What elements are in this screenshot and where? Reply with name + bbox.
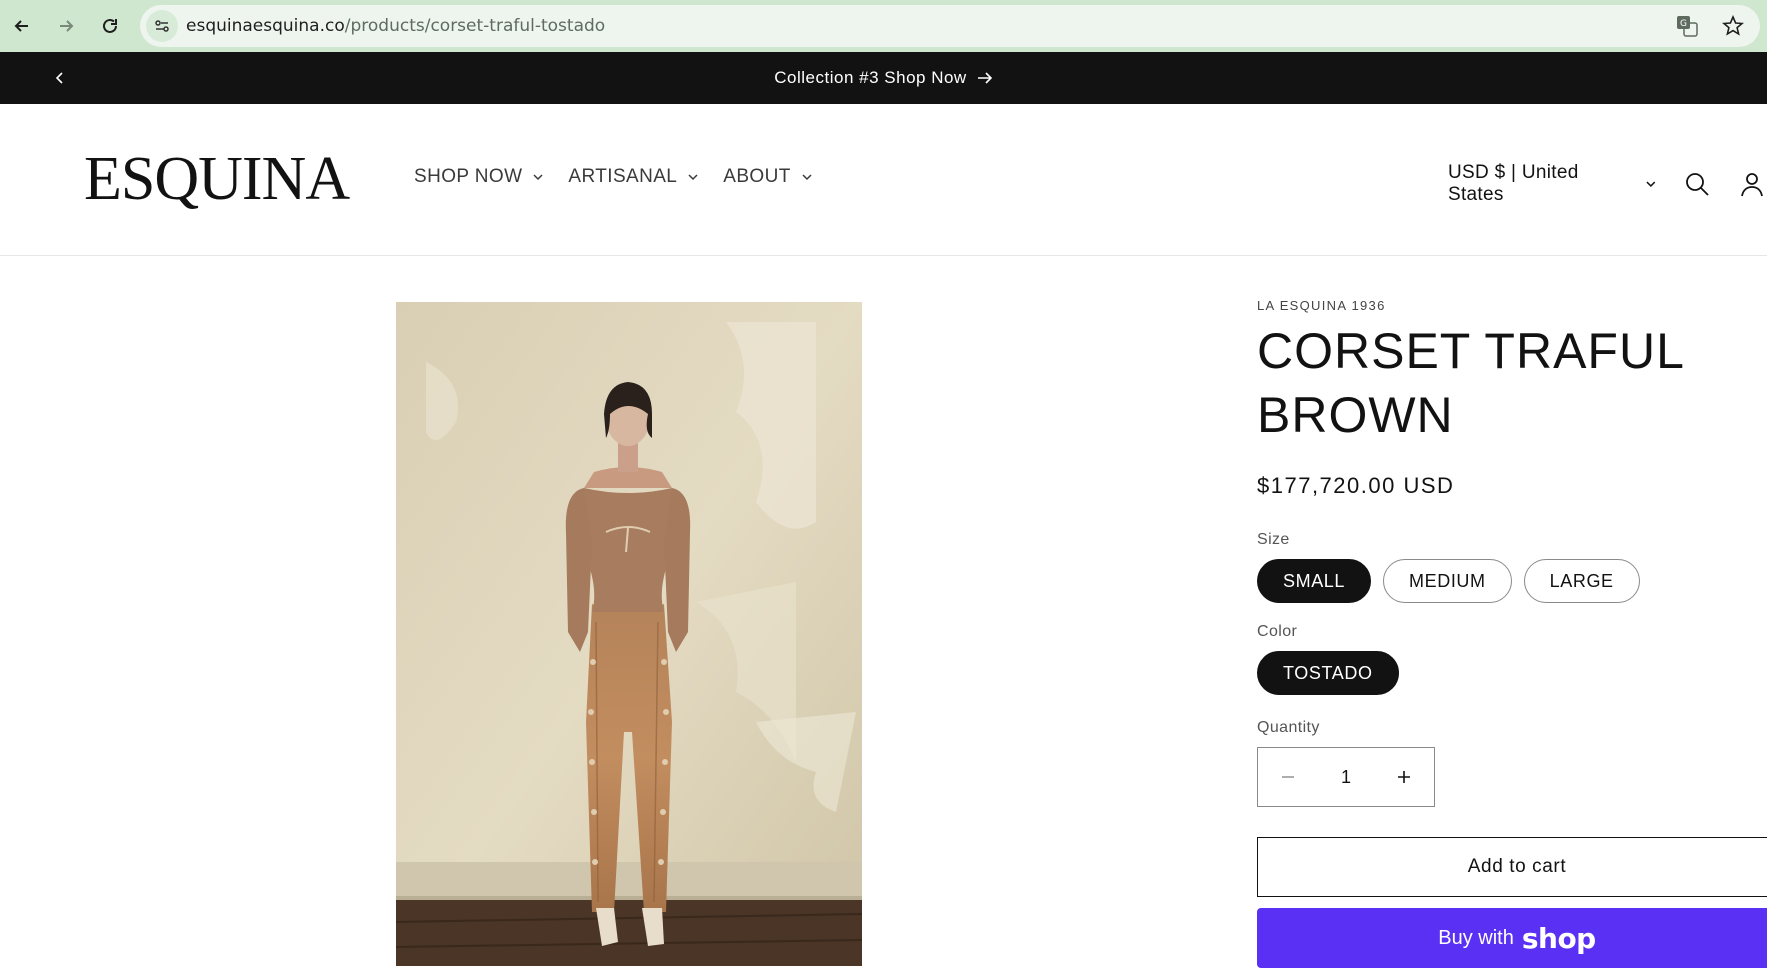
product-price: $177,720.00 USD [1257, 473, 1455, 498]
chevron-down-icon [688, 174, 698, 181]
announcement-link[interactable]: Collection #3 Shop Now [774, 68, 992, 88]
arrow-right-icon [977, 72, 992, 84]
color-options: TOSTADO [1257, 651, 1767, 695]
url-text: esquinaesquina.co/products/corset-traful… [186, 16, 605, 36]
nav-label: ARTISANAL [568, 166, 678, 187]
browser-toolbar: esquinaesquina.co/products/corset-traful… [0, 0, 1767, 52]
url-path: /products/corset-traful-tostado [344, 16, 606, 36]
nav-shop-now[interactable]: SHOP NOW [414, 166, 544, 188]
bookmark-star-icon[interactable] [1718, 11, 1748, 41]
plus-icon [1397, 771, 1410, 783]
product-title-line-2: BROWN [1257, 387, 1454, 443]
product-image[interactable] [396, 302, 862, 966]
size-option-large[interactable]: LARGE [1523, 559, 1640, 603]
chevron-down-icon [533, 174, 543, 181]
nav-label: SHOP NOW [414, 166, 523, 187]
announcement-bar: Collection #3 Shop Now [0, 52, 1767, 104]
buy-with-shop-button[interactable]: Buy with shop [1257, 908, 1767, 968]
reload-button[interactable] [88, 4, 132, 48]
size-option-medium[interactable]: MEDIUM [1383, 559, 1512, 603]
arrow-left-icon [14, 20, 28, 32]
currency-selector[interactable]: USD $ | United States [1448, 162, 1657, 206]
product-title-line-1: CORSET TRAFUL [1257, 323, 1685, 379]
shop-pay-logo: shop [1521, 921, 1596, 955]
product-title: CORSET TRAFUL BROWN [1257, 319, 1767, 447]
chevron-down-icon [1646, 181, 1656, 187]
url-domain: esquinaesquina.co [186, 16, 345, 36]
svg-text:G: G [1680, 19, 1687, 29]
add-to-cart-button[interactable]: Add to cart [1257, 837, 1767, 897]
announcement-prev-button[interactable] [48, 66, 72, 90]
site-logo[interactable]: ESQUINA [84, 144, 350, 215]
buy-with-label: Buy with [1438, 926, 1514, 949]
chevron-left-icon [55, 72, 63, 84]
size-options: SMALL MEDIUM LARGE [1257, 559, 1767, 603]
product-vendor: LA ESQUINA 1936 [1257, 298, 1386, 313]
arrow-right-icon [60, 20, 74, 32]
product-info: LA ESQUINA 1936 CORSET TRAFUL BROWN $177… [1257, 298, 1767, 968]
increase-quantity-button[interactable] [1392, 765, 1416, 789]
decrease-quantity-button[interactable] [1276, 765, 1300, 789]
reload-icon [103, 18, 117, 33]
product-photo [396, 302, 862, 966]
account-icon[interactable] [1738, 169, 1767, 199]
color-option-tostado[interactable]: TOSTADO [1257, 651, 1399, 695]
nav-about[interactable]: ABOUT [723, 166, 812, 188]
announcement-text: Collection #3 Shop Now [774, 68, 967, 87]
search-icon[interactable] [1683, 169, 1712, 199]
size-option-small[interactable]: SMALL [1257, 559, 1372, 603]
forward-button[interactable] [44, 4, 88, 48]
quantity-label: Quantity [1257, 719, 1320, 736]
translate-icon[interactable]: G [1672, 11, 1702, 41]
minus-icon [1282, 776, 1294, 778]
address-bar[interactable]: esquinaesquina.co/products/corset-traful… [140, 5, 1760, 47]
quantity-input[interactable]: 1 [1341, 767, 1351, 788]
quantity-stepper: 1 [1257, 747, 1435, 807]
site-info-icon[interactable] [146, 10, 178, 42]
nav-label: ABOUT [723, 166, 791, 187]
main-nav: SHOP NOW ARTISANAL ABOUT [414, 166, 813, 188]
chevron-down-icon [802, 174, 812, 181]
site-header: ESQUINA SHOP NOW ARTISANAL ABOUT USD $ |… [0, 104, 1767, 256]
currency-label: USD $ | United States [1448, 162, 1579, 205]
color-label: Color [1257, 623, 1298, 640]
nav-artisanal[interactable]: ARTISANAL [568, 166, 699, 188]
back-button[interactable] [0, 4, 44, 48]
size-label: Size [1257, 531, 1290, 548]
